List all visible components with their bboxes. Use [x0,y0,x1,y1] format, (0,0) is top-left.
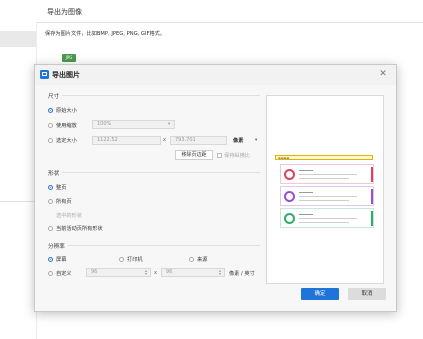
unit-select[interactable]: 像素 [233,137,243,144]
selected-shapes-label: 选中的形状 [56,213,82,219]
scale-label: 使用缩放 [56,123,77,129]
height-input[interactable]: 793.701 [170,136,227,145]
resolution-x-input[interactable]: 96 [86,268,151,277]
width-value: 1122.52 [97,137,118,143]
image-export-icon [40,70,49,79]
radio-printer[interactable] [119,257,124,262]
width-input[interactable]: 1122.52 [92,136,161,145]
remove-margin-button[interactable]: 移除页边距 [175,150,213,160]
group-icon [284,191,295,202]
radio-custom-resolution[interactable] [48,271,53,276]
preview-accent-bar [371,167,373,182]
preview-accent-bar [371,211,373,226]
resolution-y-value: 96 [166,269,173,275]
page-description: 保存为图片文件，比如BMP, JPEG, PNG, GIF格式。 [45,31,166,37]
shape-section-divider [62,172,260,173]
keep-ratio-label: 保持纵横比 [224,153,250,159]
scale-value: 100% [97,121,112,127]
resolution-y-stepper[interactable]: ▴ ▾ [219,269,221,276]
custom-resolution-label: 自定义 [56,271,72,277]
custom-size-label: 选定大小 [56,138,77,144]
size-section-divider [62,95,260,96]
preview-line [299,170,313,171]
resolution-x-stepper[interactable]: ▴ ▾ [145,269,147,276]
unit-chevron-down-icon: ▾ [255,138,258,143]
size-section-label: 尺寸 [48,94,60,100]
keep-ratio-checkbox[interactable] [217,153,222,158]
preview-line [299,222,349,223]
source-label: 来源 [197,257,208,263]
preview-line [299,192,313,193]
preview-header-bar: ▬▬▬▬ [275,155,373,160]
preview-line [299,218,357,219]
current-page-label: 整页 [56,185,67,191]
header-divider [0,22,423,23]
radio-current-page[interactable] [48,185,53,190]
ok-button[interactable]: 确定 [301,288,339,300]
dialog-title: 导出图片 [52,71,80,79]
size-x-mark: x [163,137,167,143]
screen-label: 屏幕 [56,257,67,263]
preview-card-1 [280,164,374,184]
resolution-y-input[interactable]: 96 [161,268,225,277]
cancel-button[interactable]: 取消 [348,288,386,300]
preview-line [299,196,357,197]
printer-label: 打印机 [127,257,143,263]
person-icon [284,169,295,180]
radio-scale[interactable] [48,123,53,128]
radio-all-pages[interactable] [48,199,53,204]
radio-custom-size[interactable] [48,138,53,143]
left-nav-selected-item[interactable] [0,31,36,47]
preview-line [299,174,357,175]
radio-screen[interactable] [48,257,53,262]
preview-header-text: ▬▬▬▬ [278,155,290,160]
shape-section-label: 形状 [48,171,60,177]
target-icon [284,213,295,224]
dialog-titlebar: 导出图片 ✕ [35,65,396,85]
scale-select[interactable]: 100% [92,120,175,129]
preview-card-2 [280,186,374,206]
preview-line [299,178,349,179]
all-pages-label: 所有页 [56,199,72,205]
resolution-section-label: 分辨率 [48,244,65,250]
preview-card-3 [280,208,374,228]
height-value: 793.701 [175,137,196,143]
resolution-section-divider [68,245,260,246]
chevron-down-icon: ▾ [168,122,171,127]
left-nav-panel [0,22,37,339]
resolution-unit-label: 像素 / 英寸 [229,271,255,277]
resolution-x-mark: x [154,270,158,276]
image-preview: ▬▬▬▬ [266,95,384,284]
left-nav-divider [0,201,36,202]
preview-accent-bar [371,189,373,204]
resolution-x-value: 96 [91,269,98,275]
export-image-dialog: 导出图片 ✕ 尺寸 原始大小 使用缩放 100% ▾ 选定大小 1122.52 … [34,64,397,312]
preview-line [299,200,349,201]
radio-source[interactable] [189,257,194,262]
close-icon[interactable]: ✕ [377,68,389,80]
preview-line [299,214,313,215]
radio-current-all-shapes[interactable] [48,226,53,231]
current-all-shapes-label: 当前活动页所有形状 [56,226,103,232]
page-title: 导出为图像 [47,8,82,16]
jpg-file-icon[interactable]: JPG [62,54,76,62]
original-size-label: 原始大小 [56,108,77,114]
radio-original-size[interactable] [48,108,53,113]
